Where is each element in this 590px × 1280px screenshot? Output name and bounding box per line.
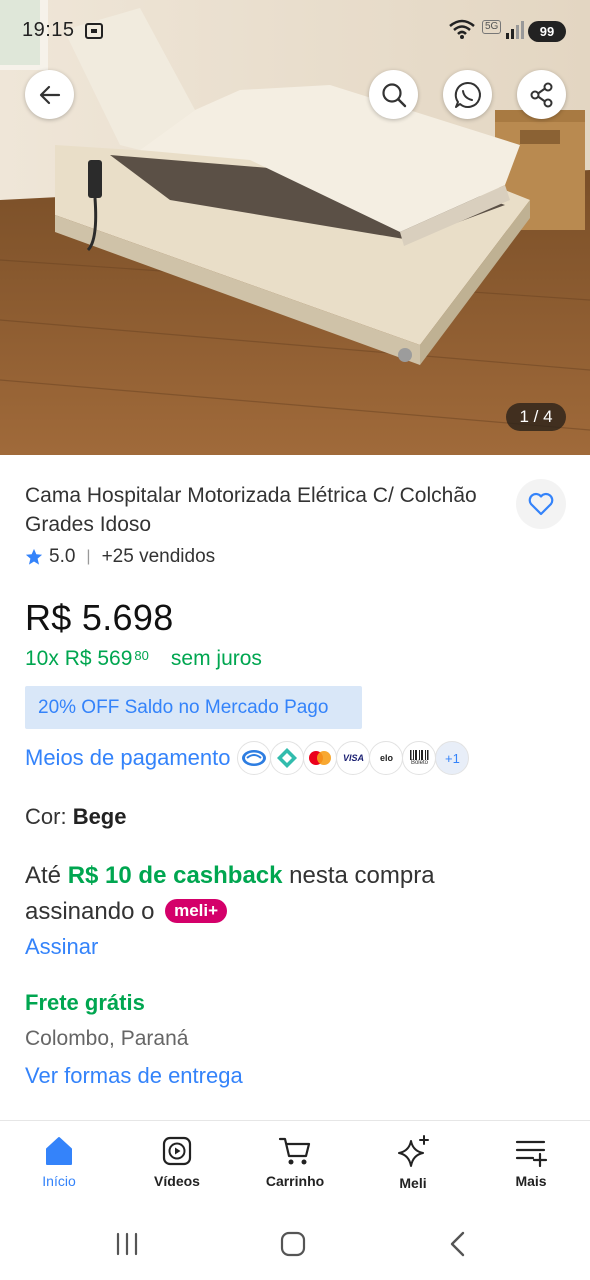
star-icon	[25, 548, 43, 565]
bottom-navigation: Início Vídeos Carrinho Meli Mais	[0, 1120, 590, 1208]
network-badge: 5G	[482, 20, 502, 34]
battery-indicator: 99	[528, 21, 566, 42]
share-icon	[530, 82, 552, 107]
sold-count: +25 vendidos	[101, 546, 216, 567]
product-title: Cama Hospitalar Motorizada Elétrica C/ C…	[25, 484, 477, 536]
sparkle-icon	[398, 1135, 429, 1167]
boleto-icon: Boleto	[402, 741, 437, 775]
cashback-pre: Até	[25, 862, 62, 889]
promo-banner: 20% OFF Saldo no Mercado Pago	[25, 686, 362, 729]
heart-icon	[528, 492, 554, 516]
menu-plus-icon	[515, 1140, 548, 1167]
cashback-info: Até R$ 10 de cashback nesta compra assin…	[25, 858, 545, 930]
rating-value: 5.0	[49, 546, 76, 567]
product-photo	[0, 0, 590, 455]
back-button[interactable]	[25, 70, 74, 119]
subscribe-link[interactable]: Assinar	[25, 934, 98, 960]
cart-icon	[278, 1137, 311, 1165]
nav-cart-label: Carrinho	[265, 1173, 325, 1189]
free-shipping-label: Frete grátis	[25, 990, 145, 1015]
mercado-pago-icon	[237, 741, 272, 775]
image-pager-indicator: 1 / 4	[506, 403, 566, 431]
divider: |	[86, 548, 91, 565]
nav-meli-label: Meli	[399, 1175, 427, 1191]
mastercard-icon	[303, 741, 338, 775]
favorite-button[interactable]	[516, 479, 566, 529]
installments-cents: 80	[134, 648, 149, 663]
video-icon	[162, 1136, 192, 1166]
nav-more-label: Mais	[515, 1173, 547, 1189]
rating-summary[interactable]: 5.0 | +25 vendidos	[25, 545, 215, 569]
product-price: R$ 5.698	[25, 597, 174, 638]
share-button[interactable]	[517, 70, 566, 119]
meli-plus-badge: meli+	[165, 899, 228, 923]
system-navigation-bar	[0, 1208, 590, 1280]
arrow-left-icon	[39, 85, 60, 104]
whatsapp-icon	[454, 81, 481, 108]
nav-cart[interactable]: Carrinho	[236, 1121, 354, 1208]
nav-videos-label: Vídeos	[154, 1173, 200, 1189]
color-label: Cor:	[25, 804, 67, 829]
payment-methods-link[interactable]: Meios de pagamento	[25, 745, 230, 771]
recent-apps-button[interactable]	[114, 1230, 140, 1258]
wifi-icon	[449, 19, 475, 39]
pix-icon	[270, 741, 305, 775]
nav-more[interactable]: Mais	[472, 1121, 590, 1208]
payment-methods[interactable]: Meios de pagamento VISA elo Boleto +1	[25, 740, 470, 776]
home-system-button[interactable]	[279, 1230, 307, 1258]
status-time: 19:15	[22, 19, 75, 41]
nav-videos[interactable]: Vídeos	[118, 1121, 236, 1208]
elo-icon: elo	[369, 741, 404, 775]
signal-icon	[506, 21, 524, 39]
cashback-amount: R$ 10 de cashback	[67, 862, 283, 889]
installments-amount: 10x R$ 569	[25, 647, 133, 670]
seller-location: Colombo, Paraná	[25, 1027, 189, 1050]
visa-icon: VISA	[336, 741, 371, 775]
search-button[interactable]	[369, 70, 418, 119]
nav-meli[interactable]: Meli	[354, 1121, 472, 1208]
product-image-gallery[interactable]: 19:15 5G 99 1 / 4	[0, 0, 590, 455]
search-icon	[381, 82, 406, 107]
nav-home-label: Início	[42, 1173, 76, 1189]
whatsapp-share-button[interactable]	[443, 70, 492, 119]
more-payment-methods[interactable]: +1	[435, 741, 470, 775]
color-value: Bege	[72, 804, 127, 829]
nav-home[interactable]: Início	[0, 1121, 118, 1208]
color-selector[interactable]: Cor: Bege	[25, 804, 126, 830]
delivery-options-link[interactable]: Ver formas de entrega	[25, 1063, 243, 1089]
status-bar: 19:15 5G 99	[0, 0, 590, 62]
screen-record-icon	[85, 23, 103, 39]
home-icon	[46, 1137, 72, 1165]
installments-note: sem juros	[170, 647, 262, 670]
back-system-button[interactable]	[447, 1230, 469, 1258]
installments: 10x R$ 569 80 sem juros	[25, 647, 262, 671]
